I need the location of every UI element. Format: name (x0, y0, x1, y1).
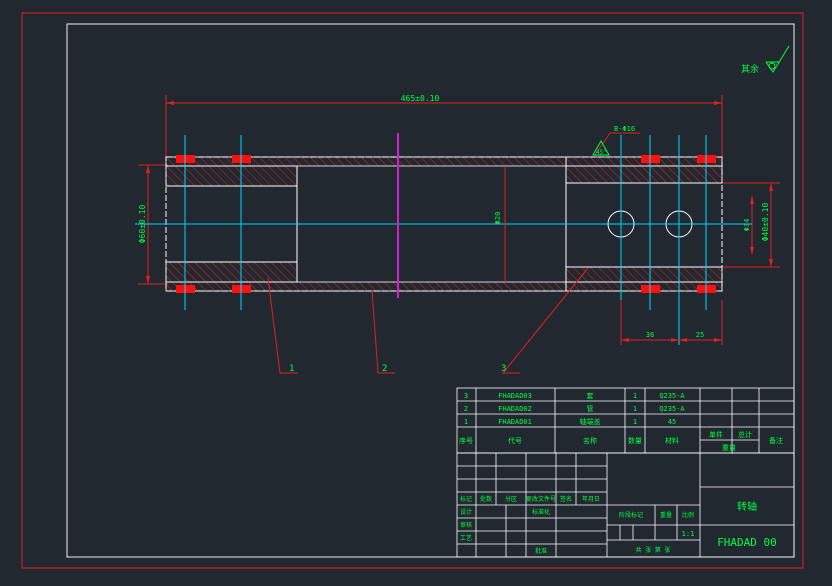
scale-value: 1:1 (682, 530, 695, 538)
leader-2: 2 (382, 364, 387, 374)
bore-diameter-text: Φ20 (494, 212, 502, 225)
sign-label: 审核 (460, 521, 472, 529)
cad-drawing: 其余 465±0.10 Φ60±0.10 Φ40±0.10 Φ34 Φ20 B-… (21, 12, 804, 569)
header-remark: 备注 (769, 436, 783, 445)
row-label: 处数 (480, 495, 492, 503)
drawing-name: 转轴 (737, 500, 757, 513)
chamfer-top-text: B-Φ16 (614, 125, 635, 133)
header-name: 名称 (583, 436, 597, 445)
chamfer-callout: B-Φ16 45° (592, 125, 640, 156)
part-no: 1 (464, 418, 468, 426)
sheet-label: 共 张 第 张 (636, 546, 671, 554)
header-code: 代号 (508, 436, 522, 445)
row-label: 签名 (560, 495, 572, 503)
roughness-label: 其余 (741, 63, 759, 75)
leader-3: 3 (501, 364, 506, 374)
part-name: 轴端盖 (580, 417, 601, 426)
part-name: 管 (587, 404, 594, 413)
leader-1: 1 (289, 364, 294, 374)
dim-right-diameter: Φ40±0.10 Φ34 (722, 182, 780, 268)
part-material: Q235-A (659, 405, 685, 413)
header-no: 序号 (459, 436, 473, 445)
part-code: FHADAD03 (498, 392, 532, 400)
weight-label: 重量 (660, 511, 672, 519)
sign-label: 批准 (535, 547, 547, 555)
row-label: 年月日 (582, 495, 600, 503)
part-qty: 1 (633, 392, 637, 400)
hole-spacing-text: 36 (646, 331, 654, 339)
stage-label: 阶段标记 (619, 511, 643, 519)
right-inner-diameter-text: Φ34 (743, 219, 751, 232)
dim-overall-length: 465±0.10 (165, 94, 723, 160)
row-label: 标记 (460, 495, 472, 503)
header-weight-single: 单件 (709, 430, 723, 439)
part-material: 45 (668, 418, 676, 426)
std-label: 标准化 (532, 508, 550, 516)
part-qty: 1 (633, 405, 637, 413)
sign-label: 设计 (460, 508, 472, 516)
dim-hole-spacing: 36 25 (620, 300, 723, 345)
scale-label: 比例 (682, 511, 694, 519)
drawing-number: FHADAD 00 (717, 536, 777, 549)
part-name: 套 (587, 391, 594, 400)
part-no: 3 (464, 392, 468, 400)
row-label: 分区 (505, 495, 517, 503)
header-weight-total: 总计 (738, 430, 752, 439)
header-qty: 数量 (628, 436, 642, 445)
parts-rows: 3 FHADAD03 套 1 Q235-A 2 FHADAD02 管 1 Q23… (459, 391, 783, 452)
overall-length-text: 465±0.10 (401, 94, 440, 103)
part-code: FHADAD01 (498, 418, 532, 426)
chamfer-angle-text: 45° (596, 149, 607, 156)
part-material: Q235-A (659, 392, 685, 400)
part-code: FHADAD02 (498, 405, 532, 413)
part-qty: 1 (633, 418, 637, 426)
roughness-symbol: 其余 (741, 45, 790, 75)
sign-label: 工艺 (460, 534, 472, 542)
row-label: 更改文件号 (526, 495, 556, 503)
hole-edge-text: 25 (696, 331, 704, 339)
right-diameter-text: Φ40±0.10 (761, 203, 770, 242)
header-material: 材料 (665, 436, 679, 445)
part-no: 2 (464, 405, 468, 413)
header-weight: 重量 (722, 444, 736, 452)
